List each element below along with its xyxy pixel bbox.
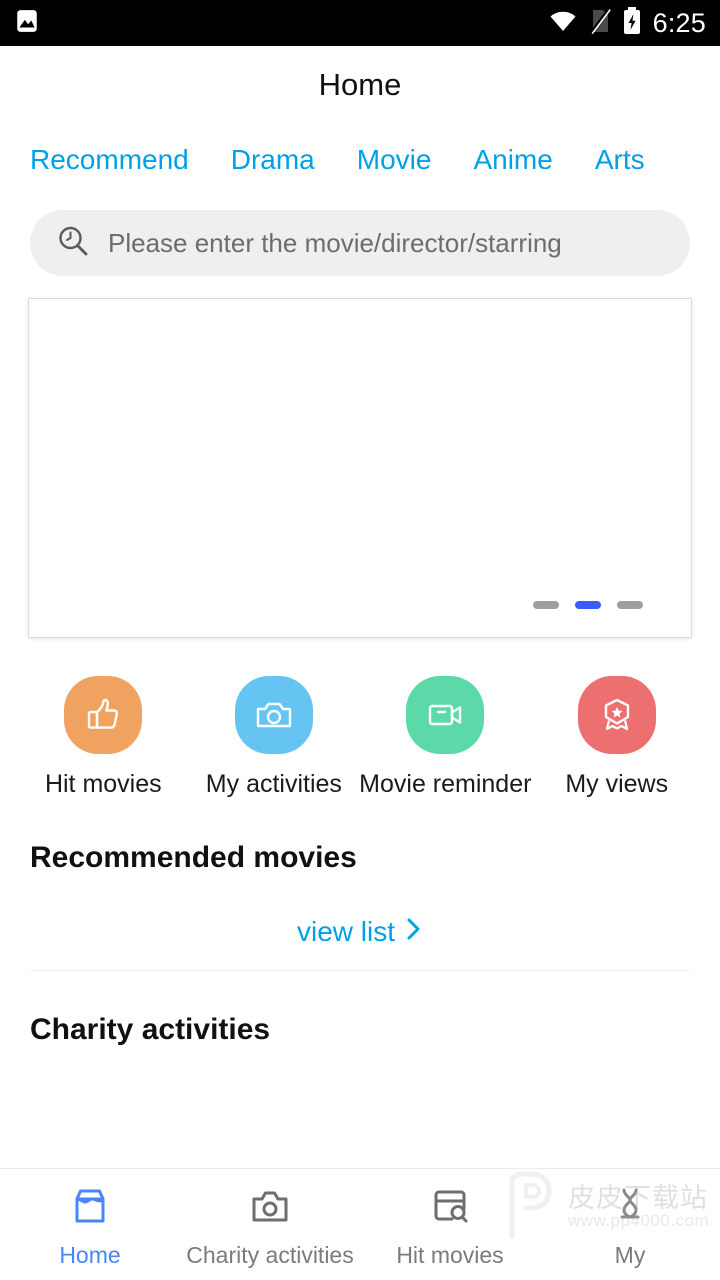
charity-activities-heading: Charity activities xyxy=(30,1013,271,1046)
archive-box-icon xyxy=(66,1183,114,1234)
search-icon xyxy=(56,224,90,263)
category-tab-bar: Recommend Drama Movie Anime Arts xyxy=(0,124,720,192)
wifi-icon xyxy=(549,9,577,38)
thumbs-up-icon xyxy=(64,676,143,754)
nav-label: Hit movies xyxy=(396,1242,504,1268)
bottom-navigation-bar: Home Charity activities Hit movies My xyxy=(0,1168,720,1280)
view-list-label: view list xyxy=(296,915,395,947)
quick-action-label: My activities xyxy=(205,770,342,798)
quick-action-label: My views xyxy=(565,770,669,798)
banner-carousel[interactable] xyxy=(28,298,692,638)
carousel-section xyxy=(0,276,720,638)
quick-actions-row: Hit movies My activities Movie reminder xyxy=(0,638,720,799)
window-search-icon xyxy=(426,1183,474,1234)
title-bar: Home xyxy=(0,46,720,124)
video-camera-icon xyxy=(406,676,485,754)
camera-icon xyxy=(234,676,313,754)
view-list-link[interactable]: view list xyxy=(0,875,720,970)
quick-action-label: Movie reminder xyxy=(359,770,532,798)
nav-label: Charity activities xyxy=(186,1242,354,1268)
battery-charging-icon xyxy=(623,6,641,40)
quick-action-hit-movies[interactable]: Hit movies xyxy=(18,676,189,799)
recommended-movies-heading: Recommended movies xyxy=(30,841,357,874)
award-badge-icon xyxy=(577,676,656,754)
search-placeholder: Please enter the movie/director/starring xyxy=(108,227,562,258)
search-input[interactable]: Please enter the movie/director/starring xyxy=(30,210,690,276)
carousel-indicator-3[interactable] xyxy=(617,601,643,609)
chevron-right-icon xyxy=(405,915,423,948)
app-root: 6:25 Home Recommend Drama Movie Anime Ar… xyxy=(0,0,720,1280)
tab-anime[interactable]: Anime xyxy=(473,140,552,180)
page-title: Home xyxy=(318,67,402,102)
tab-movie[interactable]: Movie xyxy=(357,140,432,180)
search-section: Please enter the movie/director/starring xyxy=(0,192,720,276)
tab-arts[interactable]: Arts xyxy=(595,140,645,180)
carousel-indicator-2[interactable] xyxy=(575,601,601,609)
carousel-indicators xyxy=(533,601,643,609)
quick-action-my-views[interactable]: My views xyxy=(531,676,702,799)
nav-item-charity-activities[interactable]: Charity activities xyxy=(180,1183,360,1269)
image-icon xyxy=(14,8,40,39)
nav-item-my[interactable]: My xyxy=(540,1183,720,1269)
quick-action-my-activities[interactable]: My activities xyxy=(189,676,360,799)
person-icon xyxy=(606,1183,654,1234)
quick-action-movie-reminder[interactable]: Movie reminder xyxy=(359,676,531,799)
nav-label: My xyxy=(614,1242,646,1268)
sim-card-off-icon xyxy=(589,7,611,39)
status-bar-left xyxy=(14,8,40,39)
nav-item-hit-movies[interactable]: Hit movies xyxy=(360,1183,540,1269)
camera-icon xyxy=(246,1183,294,1234)
carousel-indicator-1[interactable] xyxy=(533,601,559,609)
status-bar-right: 6:25 xyxy=(549,6,706,40)
nav-item-home[interactable]: Home xyxy=(0,1183,180,1269)
tab-recommend[interactable]: Recommend xyxy=(30,140,189,180)
status-bar: 6:25 xyxy=(0,0,720,46)
nav-label: Home xyxy=(59,1242,121,1268)
quick-action-label: Hit movies xyxy=(44,770,162,798)
status-bar-clock: 6:25 xyxy=(652,7,706,38)
tab-drama[interactable]: Drama xyxy=(231,140,315,180)
